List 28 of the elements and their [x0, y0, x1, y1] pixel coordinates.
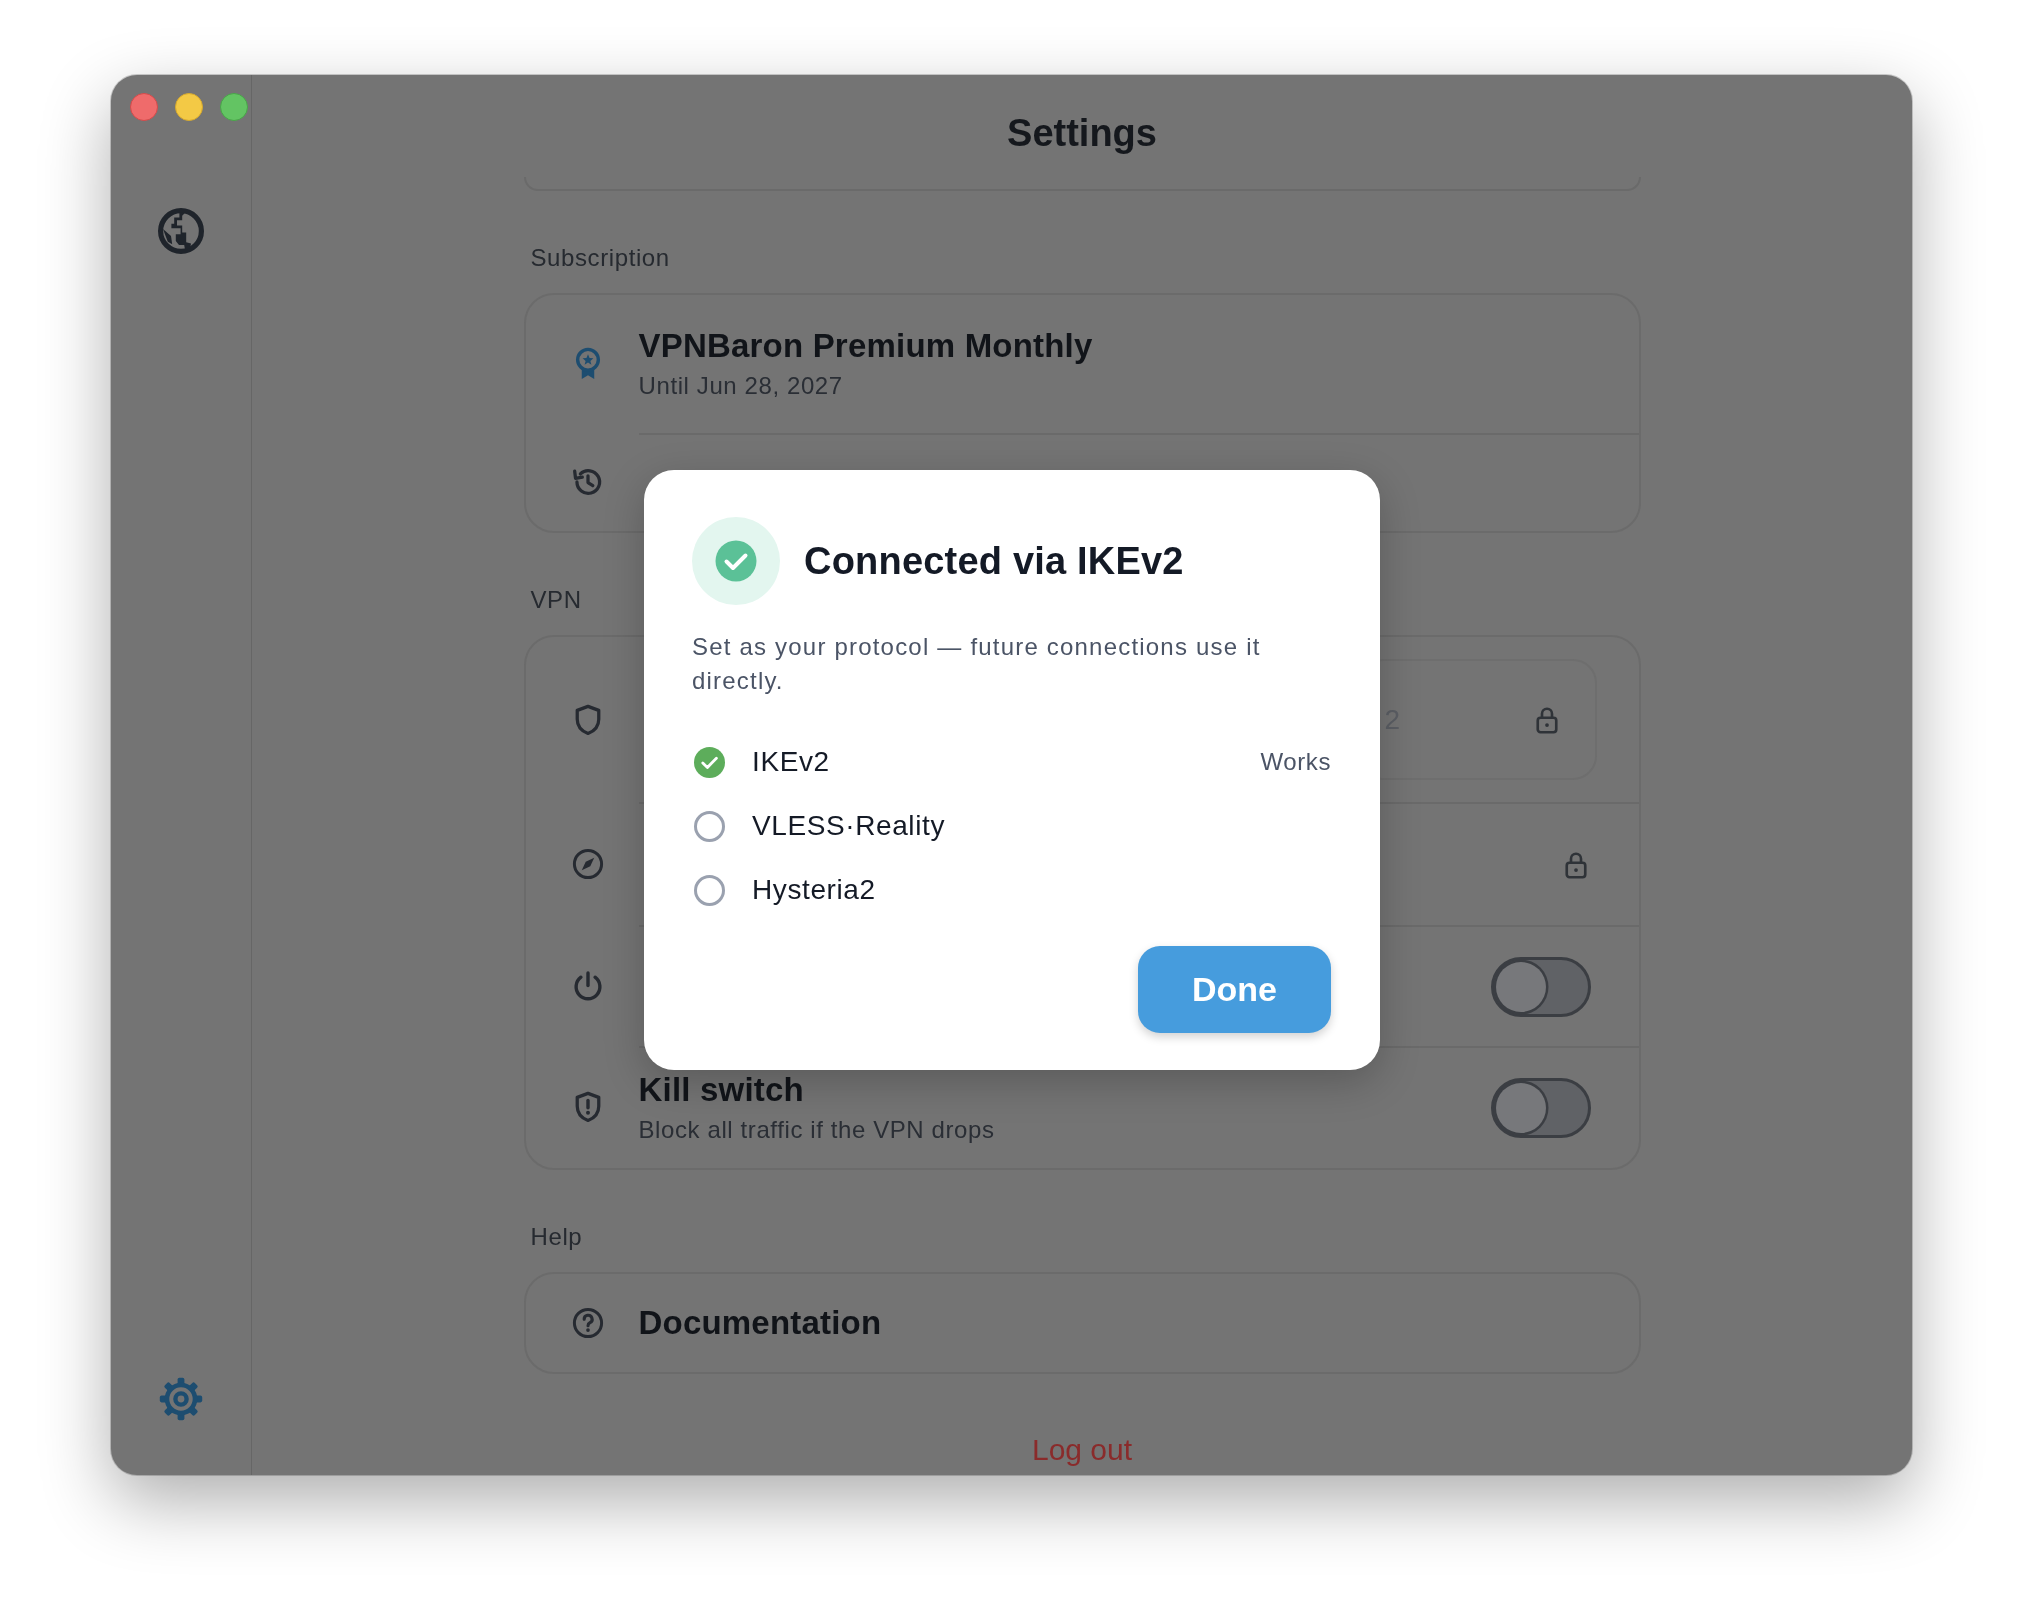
radio-button[interactable]	[694, 874, 725, 906]
row-subtitle: Until Jun 28, 2027	[638, 371, 843, 401]
window-title: Settings	[1007, 111, 1157, 156]
radio-button[interactable]	[694, 810, 725, 842]
done-button[interactable]: Done	[1138, 946, 1331, 1033]
close-button[interactable]	[130, 93, 158, 121]
globe-icon[interactable]	[157, 207, 205, 255]
row-title: VPNBaron Premium Monthly	[638, 326, 1093, 366]
section-label: Subscription	[530, 243, 670, 273]
section-label: VPN	[530, 585, 582, 615]
option-label[interactable]: VLESS·Reality	[752, 810, 945, 842]
dialog-message: Set as your protocol — future connections use it directly.	[692, 632, 1262, 696]
help-icon	[570, 1306, 605, 1340]
section-label: Help	[530, 1222, 583, 1252]
radio-button[interactable]	[694, 746, 725, 778]
toggle-switch[interactable]	[1490, 1078, 1591, 1138]
row-title[interactable]: Documentation	[638, 1303, 882, 1343]
option-label[interactable]: Hysteria2	[752, 874, 876, 906]
check-circle-icon	[692, 517, 780, 605]
row-subtitle: Block all traffic if the VPN drops	[638, 1115, 995, 1145]
dialog-title: Connected via IKEv2	[804, 539, 1184, 583]
settings-icon[interactable]	[157, 1375, 205, 1423]
minimize-button[interactable]	[175, 93, 203, 121]
status-label: Works	[1260, 748, 1331, 776]
row-title: Kill switch	[638, 1070, 804, 1110]
option-label[interactable]: IKEv2	[752, 746, 830, 778]
zoom-button[interactable]	[220, 93, 248, 121]
compass-icon	[570, 846, 605, 881]
